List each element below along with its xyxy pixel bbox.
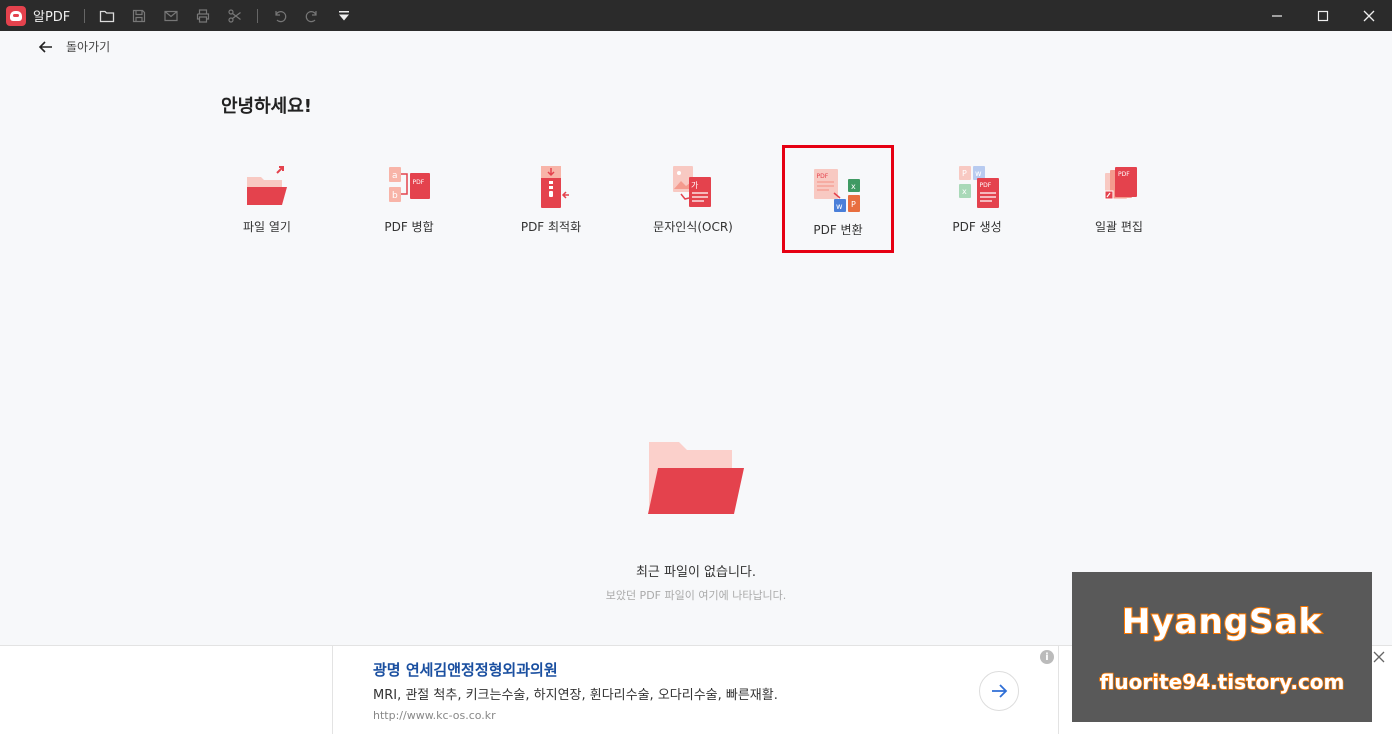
greeting-title: 안녕하세요!	[221, 96, 313, 117]
folder-icon[interactable]	[91, 0, 123, 31]
print-icon[interactable]	[187, 0, 219, 31]
ad-title[interactable]: 광명 연세김앤정정형외과의원	[373, 659, 558, 680]
action-label: 일괄 편집	[1095, 220, 1143, 234]
minimize-icon[interactable]	[1254, 0, 1300, 31]
empty-folder-icon	[648, 442, 744, 514]
redo-icon[interactable]	[296, 0, 328, 31]
svg-text:PDF: PDF	[413, 179, 425, 186]
scissors-icon[interactable]	[219, 0, 251, 31]
ad-description: MRI, 관절 척추, 키크는수술, 하지연장, 휜다리수술, 오다리수술, 빠…	[373, 688, 778, 703]
arrow-right-icon	[992, 684, 1008, 698]
ocr-icon: 가	[673, 166, 711, 207]
arrow-left-icon	[38, 40, 52, 53]
convert-icon: PDF x w P	[814, 169, 860, 212]
action-create-pdf[interactable]: P w x PDF PDF 생성	[906, 145, 1048, 253]
action-convert-pdf[interactable]: PDF x w P PDF 변환	[782, 145, 894, 253]
svg-text:가: 가	[691, 181, 699, 190]
svg-text:w: w	[836, 202, 843, 211]
action-merge-pdf[interactable]: a b PDF PDF 병합	[338, 145, 480, 253]
compress-icon	[541, 166, 569, 208]
back-label: 돌아가기	[66, 40, 111, 54]
back-button[interactable]: 돌아가기	[38, 38, 110, 55]
action-label: PDF 생성	[952, 220, 1002, 234]
window-controls	[1254, 0, 1392, 31]
ad-card[interactable]: 광명 연세김앤정정형외과의원 MRI, 관절 척추, 키크는수술, 하지연장, …	[332, 646, 1059, 734]
watermark-url: fluorite94.tistory.com	[1099, 669, 1345, 695]
action-label: 파일 열기	[243, 220, 291, 234]
create-icon: P w x PDF	[959, 166, 999, 208]
toolbar-divider	[257, 8, 259, 23]
svg-text:PDF: PDF	[817, 173, 829, 180]
open-folder-icon	[247, 166, 287, 205]
mail-icon[interactable]	[155, 0, 187, 31]
ad-info-icon[interactable]: i	[1040, 650, 1054, 664]
ad-url[interactable]: http://www.kc-os.co.kr	[373, 709, 496, 722]
close-icon[interactable]	[1346, 0, 1392, 31]
watermark-name: HyangSak	[1121, 601, 1323, 643]
action-batch-edit[interactable]: PDF 일괄 편집	[1048, 145, 1190, 253]
action-open-file[interactable]: 파일 열기	[196, 145, 338, 253]
watermark: HyangSak fluorite94.tistory.com	[1072, 572, 1372, 722]
undo-icon[interactable]	[264, 0, 296, 31]
title-bar: 알PDF	[0, 0, 1392, 31]
app-logo-icon	[6, 5, 26, 26]
svg-text:P: P	[851, 200, 856, 209]
svg-text:b: b	[392, 191, 398, 201]
svg-text:P: P	[962, 169, 967, 178]
ad-go-button[interactable]	[979, 671, 1019, 711]
action-label: 문자인식(OCR)	[653, 220, 733, 234]
action-ocr[interactable]: 가 문자인식(OCR)	[622, 145, 764, 253]
svg-text:a: a	[392, 171, 398, 181]
action-label: PDF 변환	[813, 223, 863, 237]
merge-icon: a b PDF	[389, 167, 430, 202]
toolbar-divider	[84, 8, 86, 23]
svg-text:x: x	[851, 182, 856, 191]
svg-text:PDF: PDF	[1118, 171, 1130, 178]
app-title: 알PDF	[33, 10, 71, 25]
action-label: PDF 최적화	[520, 220, 582, 234]
maximize-icon[interactable]	[1300, 0, 1346, 31]
save-icon[interactable]	[123, 0, 155, 31]
svg-text:w: w	[975, 169, 982, 178]
dropdown-icon[interactable]	[328, 0, 360, 31]
batch-edit-icon: PDF	[1104, 167, 1137, 200]
svg-text:x: x	[962, 187, 967, 196]
ad-close-icon[interactable]	[1372, 650, 1386, 664]
svg-text:PDF: PDF	[980, 182, 992, 189]
action-optimize-pdf[interactable]: PDF 최적화	[480, 145, 622, 253]
action-label: PDF 병합	[384, 220, 434, 234]
